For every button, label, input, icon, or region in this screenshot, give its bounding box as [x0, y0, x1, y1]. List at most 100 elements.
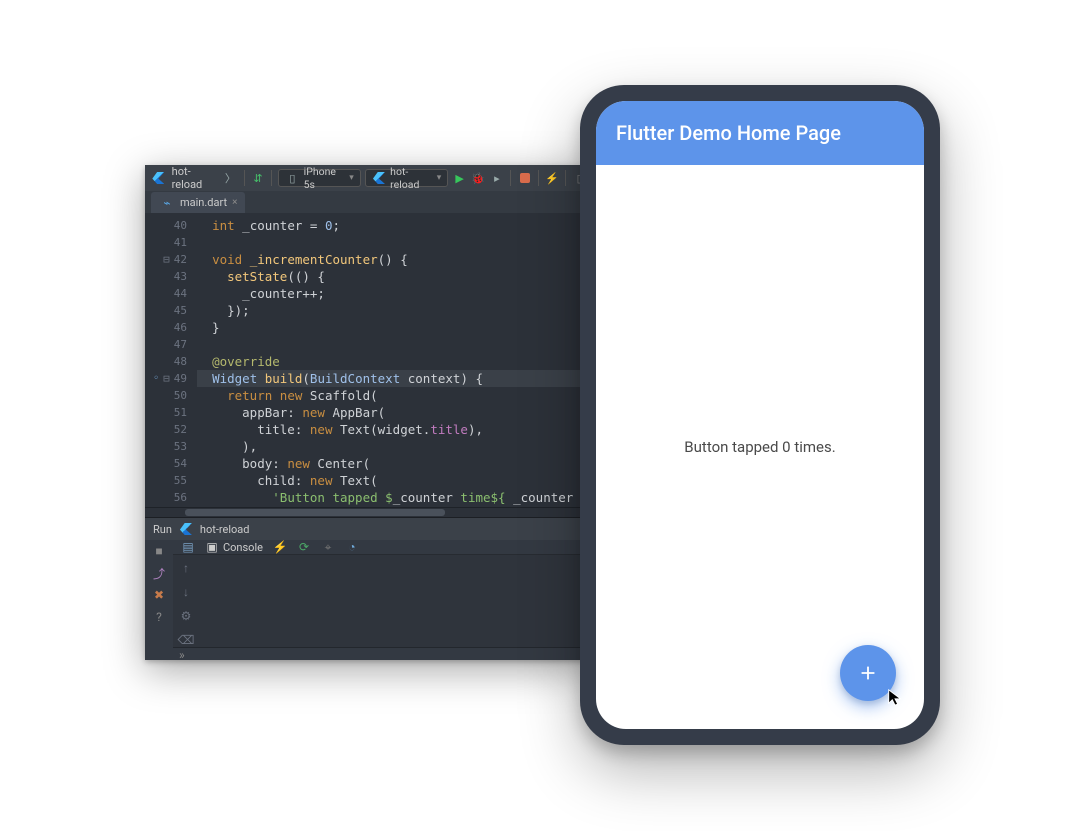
up-arrow-icon[interactable]: ↑ — [183, 561, 189, 575]
flutter-icon — [372, 170, 386, 186]
timeline-icon[interactable]: ◔ — [345, 540, 359, 554]
code-line[interactable]: body: new Center( — [197, 455, 593, 472]
code-line[interactable] — [197, 336, 593, 353]
gutter-line: 43 — [145, 268, 187, 285]
phone-mockup: Flutter Demo Home Page Button tapped 0 t… — [580, 85, 940, 745]
console-tab-label: Console — [223, 541, 263, 554]
debug-button[interactable]: 🐞 — [471, 170, 486, 186]
gutter-line: 57 — [145, 506, 187, 507]
console-tabs: ▤ ▣ Console ⚡ ⟳ ⌖ ◔ — [173, 540, 593, 555]
gutter-line: 54 — [145, 455, 187, 472]
restart-icon[interactable]: ⟳ — [297, 540, 311, 554]
editor-tabbar: ⌁ main.dart × — [145, 191, 593, 213]
hot-reload-icon[interactable]: ⚡ — [273, 540, 287, 554]
code-line[interactable]: }); — [197, 302, 593, 319]
gutter-line: 50 — [145, 387, 187, 404]
code-line[interactable]: return new Scaffold( — [197, 387, 593, 404]
plus-icon — [857, 662, 879, 684]
stop-icon[interactable]: ■ — [152, 544, 166, 558]
gutter-line: 40 — [145, 217, 187, 234]
run-sidebar: ■ ⤴ ✖ ? — [145, 540, 173, 660]
settings-icon[interactable]: ⚙ — [181, 609, 192, 623]
code-line[interactable]: ), — [197, 506, 593, 507]
more-run-icon[interactable]: ▸ — [490, 170, 505, 186]
code-line[interactable]: 'Button tapped $_counter time${ _counter… — [197, 489, 593, 506]
toolbar-separator — [271, 170, 272, 186]
scrollbar-thumb[interactable] — [185, 509, 445, 516]
code-line[interactable]: @override — [197, 353, 593, 370]
console-layout-icon[interactable]: ▤ — [181, 540, 195, 554]
gutter-line: 53 — [145, 438, 187, 455]
expand-icon[interactable]: » — [179, 648, 185, 662]
gutter-line: 45 — [145, 302, 187, 319]
help-icon[interactable]: ? — [152, 610, 166, 624]
gutter-line: 41 — [145, 234, 187, 251]
inspector-icon[interactable]: ⌖ — [321, 540, 335, 554]
close-panel-icon[interactable]: ✖ — [152, 588, 166, 602]
horizontal-scrollbar[interactable] — [145, 507, 593, 517]
gutter-line: 55 — [145, 472, 187, 489]
gutter-line: 44 — [145, 285, 187, 302]
run-panel: Run hot-reload ■ ⤴ ✖ ? ▤ ▣ Console ⚡ ⟳ — [145, 517, 593, 660]
gutter-line: ⊟42 — [145, 251, 187, 268]
toolbar-separator — [510, 170, 511, 186]
code-line[interactable]: _counter++; — [197, 285, 593, 302]
hot-reload-button[interactable]: ⚡ — [545, 170, 560, 186]
chevron-down-icon: ▾ — [349, 173, 354, 183]
device-selector[interactable]: ▯ iPhone 5s ▾ — [278, 169, 361, 187]
stop-button[interactable] — [517, 170, 532, 186]
cursor-icon — [886, 688, 904, 711]
run-panel-title: Run — [153, 523, 172, 536]
code-line[interactable]: setState(() { — [197, 268, 593, 285]
dropdown-icon[interactable]: 〉 — [223, 170, 238, 186]
chevron-down-icon: ▾ — [437, 173, 442, 183]
console-output[interactable]: ↑ ↓ ⚙ ⌫ — [173, 555, 593, 647]
run-panel-config: hot-reload — [200, 523, 250, 536]
code-line[interactable] — [197, 234, 593, 251]
toolbar-separator — [538, 170, 539, 186]
close-icon[interactable]: × — [232, 197, 237, 208]
run-panel-header[interactable]: Run hot-reload — [145, 518, 593, 540]
body-text: Button tapped 0 times. — [684, 438, 835, 456]
code-line[interactable]: ), — [197, 438, 593, 455]
gutter-line: 52 — [145, 421, 187, 438]
sync-icon[interactable]: ⇵ — [251, 170, 266, 186]
run-button[interactable]: ▶ — [452, 170, 467, 186]
gutter-line: 51 — [145, 404, 187, 421]
code-line[interactable]: child: new Text( — [197, 472, 593, 489]
trash-icon[interactable]: ⌫ — [178, 633, 195, 647]
code-area[interactable]: int _counter = 0; void _incrementCounter… — [193, 213, 593, 507]
code-line[interactable]: } — [197, 319, 593, 336]
dart-file-icon: ⌁ — [159, 195, 175, 211]
code-line[interactable]: appBar: new AppBar( — [197, 404, 593, 421]
project-name[interactable]: hot-reload — [170, 165, 219, 191]
phone-screen: Flutter Demo Home Page Button tapped 0 t… — [596, 101, 924, 729]
console-gutter: ↑ ↓ ⚙ ⌫ — [173, 555, 199, 647]
code-line[interactable]: Widget build(BuildContext context) { — [197, 370, 593, 387]
app-bar-title: Flutter Demo Home Page — [616, 121, 841, 145]
flutter-icon — [151, 170, 166, 186]
device-label: iPhone 5s — [304, 165, 346, 191]
app-bar: Flutter Demo Home Page — [596, 101, 924, 165]
run-config-selector[interactable]: hot-reload ▾ — [365, 169, 449, 187]
device-icon: ▯ — [285, 170, 299, 186]
gutter-line: ◦⊟49 — [145, 370, 187, 387]
gutter-line: 56 — [145, 489, 187, 506]
code-line[interactable]: void _incrementCounter() { — [197, 251, 593, 268]
app-body: Button tapped 0 times. — [596, 165, 924, 729]
gutter-line: 47 — [145, 336, 187, 353]
file-tab-main[interactable]: ⌁ main.dart × — [151, 192, 245, 213]
toolbar-separator — [565, 170, 566, 186]
code-line[interactable]: title: new Text(widget.title), — [197, 421, 593, 438]
code-line[interactable]: int _counter = 0; — [197, 217, 593, 234]
flutter-icon — [178, 521, 194, 537]
gutter-line: 48 — [145, 353, 187, 370]
run-config-label: hot-reload — [390, 165, 433, 191]
console-tab[interactable]: ▣ Console — [205, 540, 263, 554]
rerun-icon[interactable]: ⤴ — [152, 566, 166, 580]
code-editor[interactable]: 4041⊟42434445464748◦⊟4950515253545556575… — [145, 213, 593, 507]
down-arrow-icon[interactable]: ↓ — [183, 585, 189, 599]
run-footer: » — [173, 647, 593, 662]
gutter-line: 46 — [145, 319, 187, 336]
ide-window: hot-reload 〉 ⇵ ▯ iPhone 5s ▾ hot-reload … — [145, 165, 593, 660]
